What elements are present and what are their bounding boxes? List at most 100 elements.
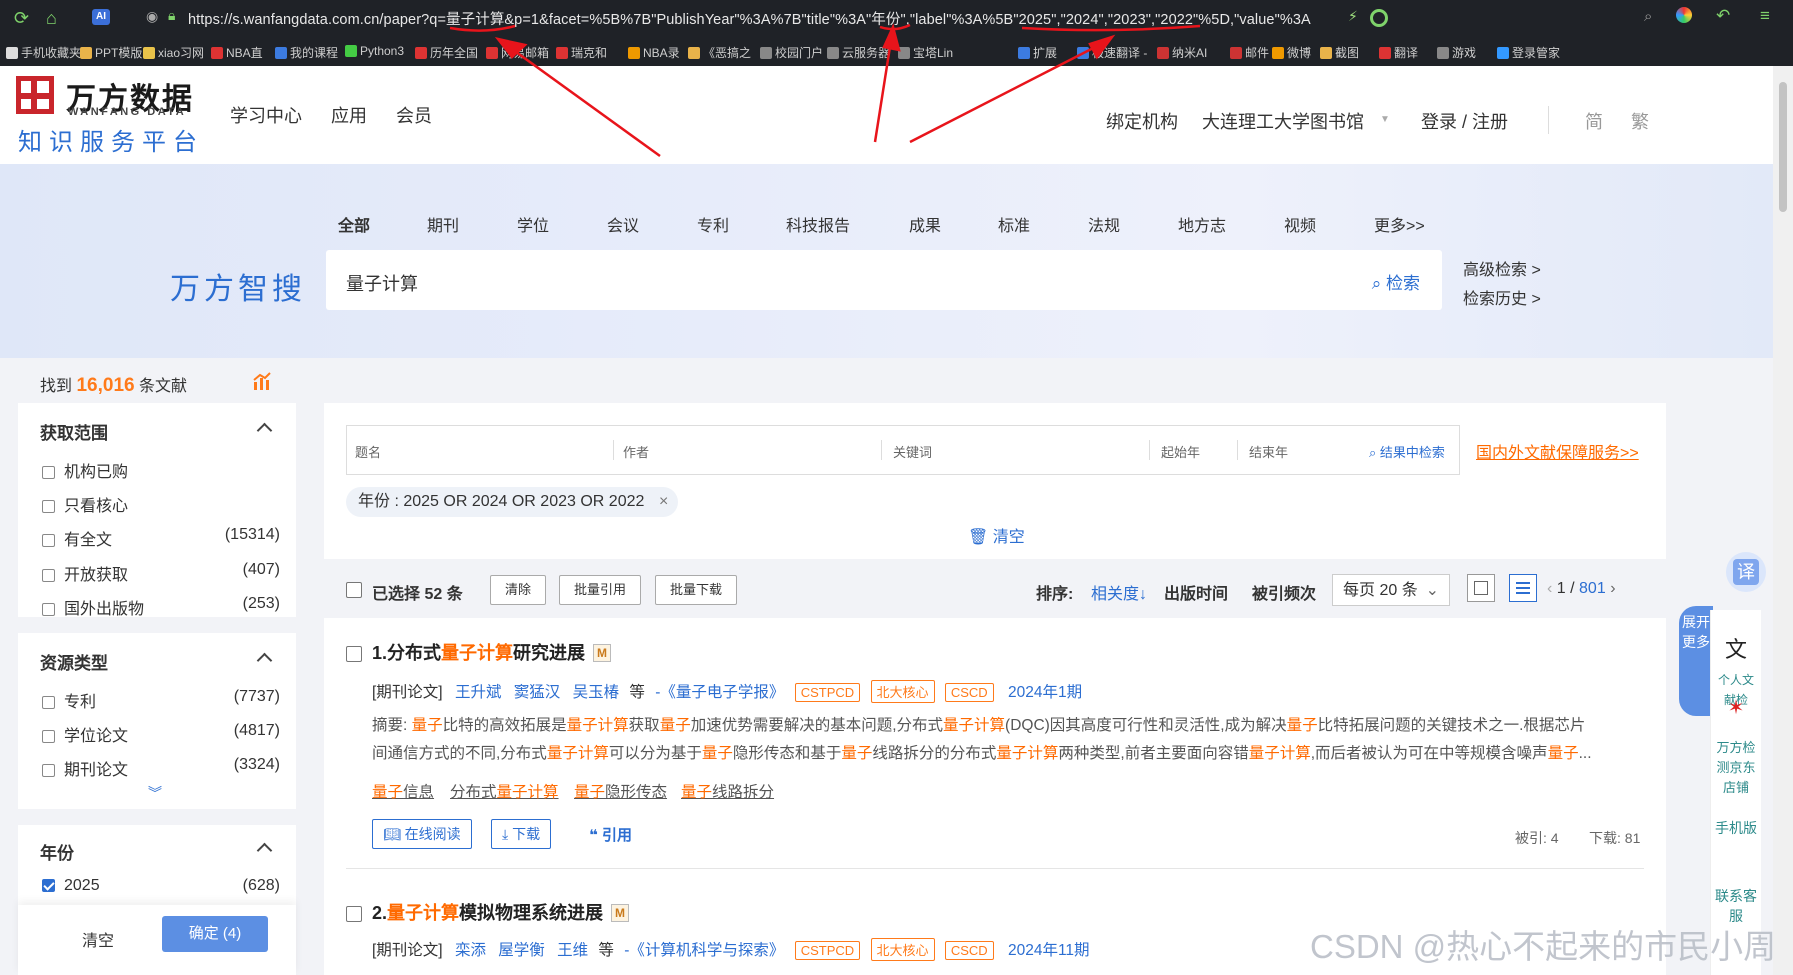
bookmark-item[interactable]: 网易邮箱 (486, 44, 549, 61)
end-year-field[interactable]: 结束年 (1249, 442, 1288, 461)
online-read-button[interactable]: 📖︎ 在线阅读 (372, 819, 472, 849)
lang-traditional[interactable]: 繁 (1631, 108, 1649, 134)
expand-more-button[interactable]: 展开更多 (1679, 606, 1713, 716)
nav-learning-center[interactable]: 学习中心 (230, 102, 302, 128)
bookmark-item[interactable]: NBA录 (628, 44, 680, 61)
issue-link[interactable]: 2024年11期 (1008, 942, 1090, 959)
title-field[interactable]: 题名 (355, 442, 381, 461)
tab-patent[interactable]: 专利 (697, 212, 729, 236)
search-history-link[interactable]: 检索历史 > (1463, 285, 1541, 309)
year-clear-button[interactable]: 清空 (82, 927, 114, 951)
checkbox[interactable] (42, 500, 55, 513)
result-title[interactable]: 1.分布式量子计算研究进展 M (372, 639, 612, 665)
checkbox[interactable] (42, 534, 55, 547)
checkbox[interactable] (42, 569, 55, 582)
start-year-field[interactable]: 起始年 (1161, 442, 1200, 461)
wanfang-check-store-link[interactable]: 万方检测京东店铺 (1713, 738, 1759, 798)
bookmark-item[interactable]: 登录管家 (1497, 44, 1560, 61)
checkbox[interactable] (42, 730, 55, 743)
tab-achievement[interactable]: 成果 (909, 212, 941, 236)
tab-standard[interactable]: 标准 (998, 212, 1030, 236)
collapse-scope-icon[interactable] (256, 422, 273, 439)
undo-icon[interactable]: ↶ (1716, 6, 1730, 26)
batch-download-button[interactable]: 批量下载 (655, 575, 738, 605)
bookmark-item[interactable]: 我的课程 (275, 44, 338, 61)
network-icon[interactable]: ✶ (1713, 698, 1759, 718)
next-page-icon[interactable]: › (1610, 580, 1615, 597)
sort-relevance[interactable]: 相关度↓ (1091, 580, 1147, 604)
tab-regulation[interactable]: 法规 (1088, 212, 1120, 236)
tab-conference[interactable]: 会议 (607, 212, 639, 236)
tab-more[interactable]: 更多>> (1374, 212, 1425, 236)
author-link[interactable]: 窦猛汉 (514, 684, 561, 701)
tab-local-chronicle[interactable]: 地方志 (1178, 212, 1226, 236)
bookmark-item[interactable]: 校园门户 (760, 44, 823, 61)
author-link[interactable]: 王升斌 (455, 684, 502, 701)
per-page-select[interactable]: 每页 20 条 ⌄ (1332, 574, 1450, 606)
bookmark-item[interactable]: 截图 (1320, 44, 1359, 61)
search-input[interactable]: 量子计算 ⌕ 检索 (326, 250, 1442, 310)
tab-journal[interactable]: 期刊 (427, 212, 459, 236)
filter-item[interactable]: 有全文 (15314) (42, 526, 280, 550)
ai-icon[interactable]: AI (92, 9, 110, 25)
translate-button[interactable]: 译 (1726, 552, 1766, 592)
institution-name[interactable]: 大连理工大学图书馆 (1202, 108, 1364, 134)
checkbox[interactable] (42, 764, 55, 777)
bookmark-item[interactable]: PPT模版 (80, 44, 142, 61)
issue-link[interactable]: 2024年1期 (1008, 684, 1082, 701)
author-link[interactable]: 栾添 (455, 942, 486, 959)
author-field[interactable]: 作者 (623, 442, 649, 461)
filter-item[interactable]: 只看核心 (42, 492, 280, 516)
chart-stats-icon[interactable] (252, 372, 272, 395)
keyword-link[interactable]: 量子线路拆分 (681, 780, 774, 802)
clear-filters-button[interactable]: 🗑︎ 清空 (968, 523, 1025, 547)
bookmark-item[interactable]: 瑞克和 (556, 44, 607, 61)
search-query[interactable]: 量子计算 (346, 270, 418, 296)
bind-institution-link[interactable]: 绑定机构 (1106, 108, 1178, 134)
download-button[interactable]: ⤓ 下载 (491, 819, 552, 849)
bookmark-item[interactable]: 翻译 (1379, 44, 1418, 61)
bookmark-item[interactable]: 手机收藏夹 (6, 44, 81, 61)
login-register-link[interactable]: 登录 / 注册 (1421, 108, 1508, 134)
result-title[interactable]: 2.量子计算模拟物理系统进展 M (372, 899, 630, 925)
checkbox[interactable] (42, 603, 55, 616)
checkbox-checked[interactable] (42, 879, 55, 892)
collapse-type-icon[interactable] (256, 652, 273, 669)
nav-apps[interactable]: 应用 (331, 102, 367, 128)
keyword-link[interactable]: 分布式量子计算 (450, 780, 559, 802)
list-view-icon[interactable] (1509, 574, 1537, 602)
search-button[interactable]: ⌕ 检索 (1372, 269, 1420, 294)
filter-item[interactable]: 专利 (7737) (42, 688, 280, 712)
caret-down-icon[interactable]: ▼ (1380, 114, 1390, 125)
prev-page-icon[interactable]: ‹ (1547, 580, 1557, 597)
filter-item[interactable]: 学位论文 (4817) (42, 722, 280, 746)
checkbox[interactable] (42, 466, 55, 479)
address-bar[interactable]: ⟳ ⌂ AI ◉ 🔒︎ https://s.wanfangdata.com.cn… (0, 0, 1793, 36)
bookmark-item[interactable]: 云服务器 (827, 44, 890, 61)
bookmark-item[interactable]: xiao习网 (143, 44, 204, 61)
wanfang-logo-icon[interactable] (16, 76, 54, 114)
bookmark-item[interactable]: 扩展 (1018, 44, 1057, 61)
page-scrollbar[interactable] (1773, 66, 1793, 975)
page-total[interactable]: 801 (1579, 580, 1606, 597)
filter-item[interactable]: 国外出版物 (253) (42, 595, 280, 619)
clear-selection-button[interactable]: 清除 (490, 575, 547, 605)
filter-item[interactable]: 开放获取 (407) (42, 561, 280, 585)
lang-simplified[interactable]: 简 (1585, 108, 1603, 134)
result-checkbox[interactable] (346, 646, 362, 662)
menu-icon[interactable]: ≡ (1760, 6, 1770, 26)
bookmark-item[interactable]: NBA直 (211, 44, 263, 61)
nav-membership[interactable]: 会员 (396, 102, 432, 128)
bookmark-item[interactable]: 游戏 (1437, 44, 1476, 61)
url-text[interactable]: https://s.wanfangdata.com.cn/paper?q=量子计… (188, 8, 1311, 29)
tab-tech-report[interactable]: 科技报告 (786, 212, 850, 236)
batch-cite-button[interactable]: 批量引用 (559, 575, 642, 605)
site-info-icon[interactable]: ◉ (146, 8, 158, 25)
profile-icon[interactable] (1676, 7, 1692, 23)
mobile-version-link[interactable]: 手机版 (1713, 818, 1759, 838)
literature-guarantee-link[interactable]: 国内外文献保障服务>> (1476, 439, 1639, 463)
author-link[interactable]: 王维 (557, 942, 588, 959)
tab-video[interactable]: 视频 (1284, 212, 1316, 236)
reload-icon[interactable]: ⟳ (14, 8, 29, 29)
keyword-link[interactable]: 量子信息 (372, 780, 434, 802)
